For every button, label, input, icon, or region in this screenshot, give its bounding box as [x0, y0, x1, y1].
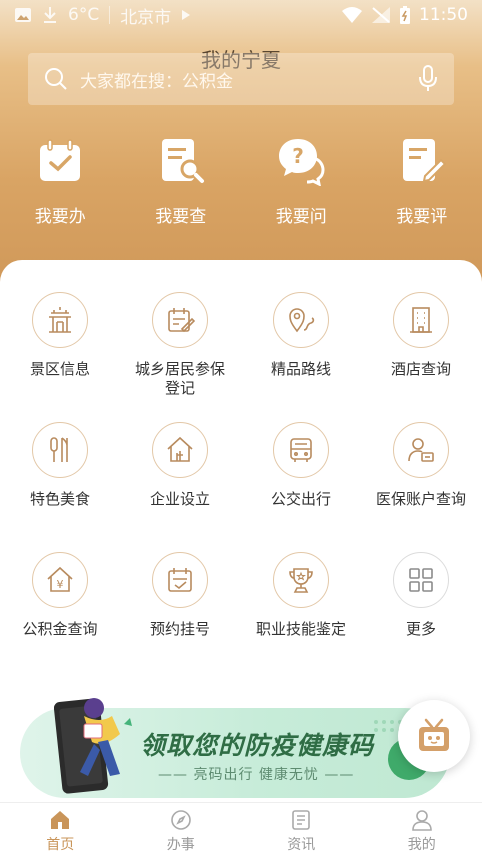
- news-icon: [292, 810, 311, 830]
- service-label: 城乡居民参保登记: [134, 360, 225, 397]
- quick-action-label: 我要查: [155, 207, 207, 227]
- service-icon-circle: [273, 292, 329, 348]
- microphone-icon[interactable]: [418, 65, 438, 93]
- service-label: 公积金查询: [22, 620, 98, 638]
- trophy-icon: [289, 568, 313, 593]
- service-icon-circle: [32, 292, 88, 348]
- service-label: 职业技能鉴定: [255, 620, 346, 638]
- quick-action-cha[interactable]: 我要查: [121, 136, 242, 227]
- service-local-food[interactable]: 特色美食: [0, 422, 120, 509]
- service-icon-circle: ¥: [32, 552, 88, 608]
- phone-runner-illustration: [54, 698, 132, 794]
- tab-home[interactable]: 首页: [0, 803, 121, 856]
- calendar-check-icon: [40, 139, 81, 181]
- play-icon: [182, 10, 191, 20]
- user-icon: [411, 810, 432, 831]
- question-chat-icon: ?: [279, 139, 325, 186]
- status-bar: 6°C 北京市 11:50: [0, 0, 482, 30]
- service-label: 景区信息: [29, 360, 90, 378]
- service-skill-assessment[interactable]: 职业技能鉴定: [241, 552, 361, 639]
- search-placeholder[interactable]: 大家都在搜：公积金: [80, 67, 233, 92]
- quick-actions: 我要办 我要查 ? 我要问 我要评: [0, 136, 482, 227]
- service-company-setup[interactable]: 企业设立: [120, 422, 240, 509]
- status-separator: [109, 6, 111, 24]
- quick-action-ping[interactable]: 我要评: [362, 136, 482, 227]
- fund-house-icon: ¥: [47, 566, 73, 592]
- temperature: 6°C: [68, 5, 100, 25]
- service-hotel-search[interactable]: 酒店查询: [361, 292, 481, 379]
- pavilion-icon: [49, 307, 71, 333]
- location: 北京市: [120, 7, 172, 28]
- route-pin-icon: [289, 308, 315, 333]
- appointment-icon: [168, 568, 192, 592]
- bottom-tab-bar: 首页 办事 资讯 我的: [0, 802, 482, 856]
- service-icon-circle: [152, 552, 208, 608]
- compass-icon: [170, 810, 191, 830]
- service-label: 医保账户查询: [375, 490, 466, 508]
- quick-action-label: 我要问: [275, 207, 327, 227]
- service-label: 企业设立: [149, 490, 210, 508]
- service-icon-circle: [152, 422, 208, 478]
- wifi-icon: [342, 7, 362, 23]
- service-insurance-registration[interactable]: 城乡居民参保登记: [120, 292, 240, 398]
- tab-services[interactable]: 办事: [121, 803, 242, 856]
- assistant-robot-button[interactable]: [398, 700, 470, 772]
- service-medical-account[interactable]: 医保账户查询: [361, 422, 481, 509]
- quick-action-label: 我要办: [34, 207, 86, 227]
- search-icon: [45, 68, 67, 90]
- service-label: 酒店查询: [390, 360, 451, 378]
- service-public-transit[interactable]: 公交出行: [241, 422, 361, 509]
- service-label: 精品路线: [270, 360, 331, 378]
- cutlery-icon: [50, 437, 68, 462]
- service-label: 预约挂号: [149, 620, 210, 638]
- clock: 11:50: [419, 5, 468, 25]
- service-icon-circle: [393, 422, 449, 478]
- bus-icon: [290, 438, 312, 462]
- svg-text:¥: ¥: [57, 578, 64, 591]
- register-icon: [168, 308, 195, 333]
- service-icon-circle: [32, 422, 88, 478]
- service-icon-circle: [273, 552, 329, 608]
- service-premium-routes[interactable]: 精品路线: [241, 292, 361, 379]
- service-housing-fund[interactable]: ¥ 公积金查询: [0, 552, 120, 639]
- banner-title: 领取您的防疫健康码: [140, 731, 375, 760]
- quick-action-wen[interactable]: ? 我要问: [241, 136, 362, 227]
- service-icon-circle: [152, 292, 208, 348]
- document-edit-icon: [402, 139, 447, 183]
- download-icon: [44, 7, 56, 23]
- service-more[interactable]: 更多: [361, 552, 481, 639]
- service-icon-circle: [273, 422, 329, 478]
- svg-text:?: ?: [292, 144, 304, 168]
- tab-news[interactable]: 资讯: [241, 803, 362, 856]
- health-code-banner[interactable]: 领取您的防疫健康码 —— 亮码出行 健康无忧 ——: [20, 698, 450, 798]
- tab-label: 办事: [166, 837, 195, 853]
- service-label: 更多: [405, 620, 436, 638]
- tab-label: 我的: [407, 837, 436, 853]
- battery-icon: [400, 6, 410, 24]
- robot-tv-icon: [419, 718, 449, 751]
- service-label: 公交出行: [270, 490, 331, 508]
- service-icon-circle: [393, 552, 449, 608]
- tab-label: 资讯: [287, 837, 316, 853]
- service-scenic-info[interactable]: 景区信息: [0, 292, 120, 379]
- service-label: 特色美食: [29, 490, 90, 508]
- document-search-icon: [161, 139, 204, 183]
- service-appointment[interactable]: 预约挂号: [120, 552, 240, 639]
- hotel-building-icon: [410, 307, 432, 333]
- gallery-icon: [15, 8, 31, 22]
- tab-profile[interactable]: 我的: [362, 803, 482, 856]
- service-icon-circle: [393, 292, 449, 348]
- search-bar[interactable]: 大家都在搜：公积金: [28, 53, 454, 105]
- banner-subtitle: —— 亮码出行 健康无忧 ——: [158, 767, 355, 783]
- more-grid-icon: [409, 568, 433, 592]
- quick-action-banli[interactable]: 我要办: [0, 136, 121, 227]
- company-house-icon: [167, 436, 193, 462]
- home-icon: [51, 811, 70, 829]
- quick-action-label: 我要评: [396, 207, 448, 227]
- signal-icon: [372, 7, 390, 23]
- medical-account-icon: [408, 438, 434, 462]
- tab-label: 首页: [46, 837, 75, 853]
